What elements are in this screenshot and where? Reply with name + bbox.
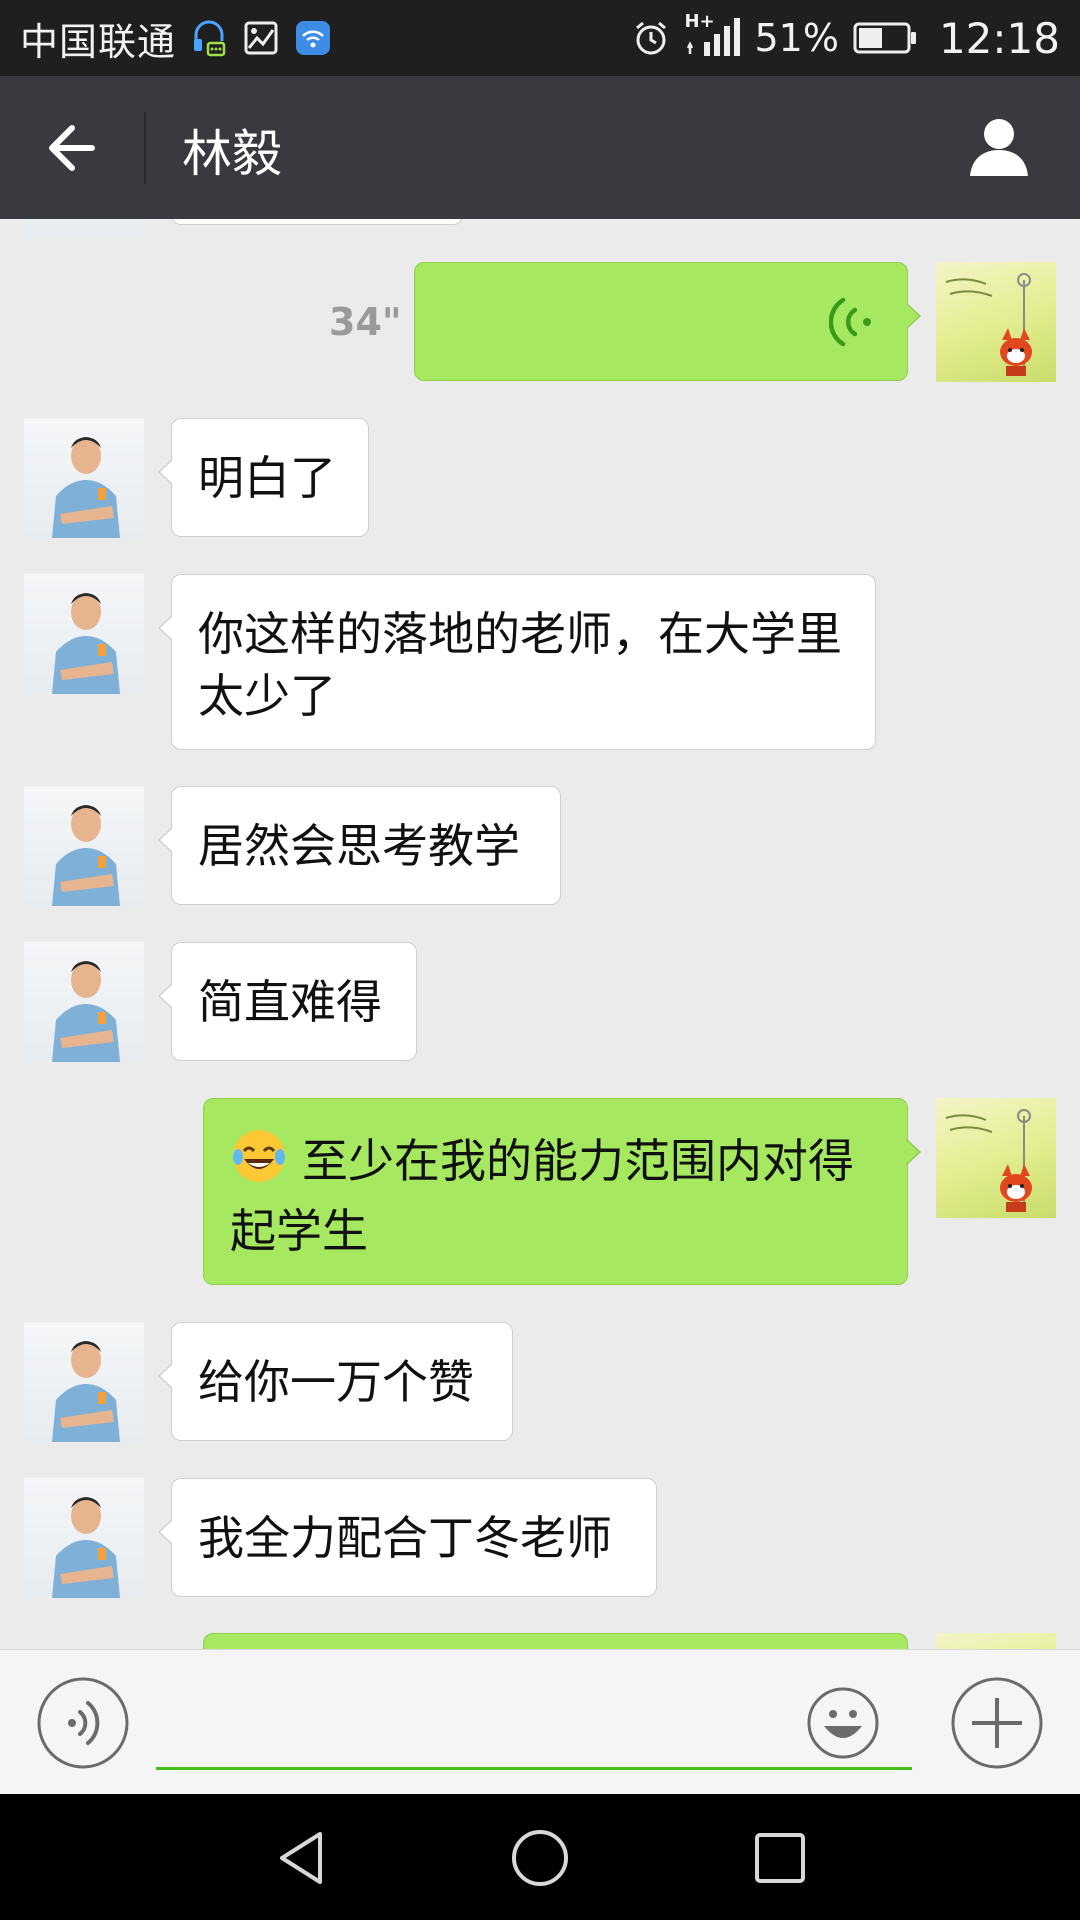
profile-button[interactable] xyxy=(966,114,1032,180)
person-photo-icon xyxy=(52,1497,120,1598)
smiley-icon xyxy=(807,1687,879,1759)
avatar[interactable] xyxy=(24,574,144,694)
message-text: 你这样的落地的老师，在大学里太少了 xyxy=(198,607,842,723)
nav-back-button[interactable] xyxy=(272,1828,332,1888)
avatar[interactable] xyxy=(24,786,144,906)
chat-messages: 34" 明白了 你这样的落地的老师，在大学里太少了 居然会思考教学 简直难得 至… xyxy=(0,219,1080,1649)
nav-home-button[interactable] xyxy=(510,1828,570,1888)
alarm-icon xyxy=(632,19,670,57)
image-icon xyxy=(242,19,280,57)
avatar[interactable] xyxy=(24,219,144,239)
message-bubble[interactable]: 给你一万个赞 xyxy=(158,1322,513,1441)
avatar[interactable] xyxy=(24,942,144,1062)
header-divider xyxy=(144,112,146,184)
laughing-tears-emoji xyxy=(230,1127,288,1200)
message-text: 我全力配合丁冬老师 xyxy=(198,1511,612,1565)
avatar[interactable] xyxy=(24,1478,144,1598)
nav-back-icon xyxy=(280,1832,322,1884)
voice-message-bubble[interactable] xyxy=(414,262,921,381)
chat-title: 林毅 xyxy=(182,125,282,183)
person-photo-icon xyxy=(52,961,120,1062)
more-button[interactable] xyxy=(950,1676,1044,1770)
message-text: 简直难得 xyxy=(198,975,382,1029)
person-photo-icon xyxy=(52,1341,120,1442)
status-left: 中国联通 xyxy=(20,14,332,64)
battery-icon xyxy=(853,19,917,57)
person-photo-icon xyxy=(52,805,120,906)
network-type-label: H+ xyxy=(684,11,715,32)
message-bubble-cropped[interactable] xyxy=(203,1633,908,1649)
signal-icon: H+ xyxy=(684,11,741,57)
message-text: 居然会思考教学 xyxy=(198,819,520,873)
avatar[interactable] xyxy=(936,1098,1056,1218)
person-icon xyxy=(970,119,1028,176)
message-bubble[interactable]: 简直难得 xyxy=(158,942,417,1061)
voice-wave-icon xyxy=(829,297,871,347)
message-bubble[interactable]: 居然会思考教学 xyxy=(158,786,561,905)
carrier-name: 中国联通 xyxy=(20,19,177,64)
avatar[interactable] xyxy=(24,418,144,538)
status-bar: 中国联通 H+ 51% 12:18 xyxy=(0,0,1080,76)
emoji-button[interactable] xyxy=(806,1686,880,1760)
back-arrow-icon xyxy=(49,125,95,171)
clock: 12:18 xyxy=(938,13,1060,63)
person-photo-icon xyxy=(52,437,120,538)
message-input[interactable] xyxy=(156,1680,912,1770)
input-bar xyxy=(0,1649,1080,1794)
message-bubble[interactable]: 明白了 xyxy=(158,418,369,537)
status-right: H+ 51% 12:18 xyxy=(632,11,1060,63)
avatar[interactable] xyxy=(936,1633,1056,1649)
voice-input-button[interactable] xyxy=(36,1676,130,1770)
person-photo-icon xyxy=(52,593,120,694)
chat-header: 林毅 xyxy=(0,76,1080,219)
voice-icon xyxy=(37,1677,129,1769)
nav-home-icon xyxy=(512,1830,568,1886)
voice-duration: 34" xyxy=(329,300,402,344)
message-bubble-outgoing[interactable]: 至少在我的能力范围内对得起学生 xyxy=(203,1098,921,1285)
fox-avatar-icon xyxy=(945,1109,1032,1212)
nav-recents-icon xyxy=(755,1833,805,1883)
battery-percent: 51% xyxy=(754,16,839,60)
nav-recents-button[interactable] xyxy=(750,1828,810,1888)
system-nav-bar xyxy=(0,1794,1080,1920)
message-text: 明白了 xyxy=(198,451,336,505)
message-text: 至少在我的能力范围内对得起学生 xyxy=(230,1134,854,1258)
back-button[interactable] xyxy=(40,118,100,178)
message-text: 给你一万个赞 xyxy=(198,1355,474,1409)
avatar[interactable] xyxy=(936,262,1056,382)
headset-icon xyxy=(190,19,228,57)
message-bubble[interactable]: 我全力配合丁冬老师 xyxy=(158,1478,657,1597)
wifi-icon xyxy=(294,19,332,57)
plus-icon xyxy=(951,1677,1043,1769)
avatar[interactable] xyxy=(24,1322,144,1442)
message-bubble[interactable]: 你这样的落地的老师，在大学里太少了 xyxy=(158,574,876,750)
fox-avatar-icon xyxy=(945,273,1032,376)
message-bubble-cropped[interactable] xyxy=(171,219,463,225)
